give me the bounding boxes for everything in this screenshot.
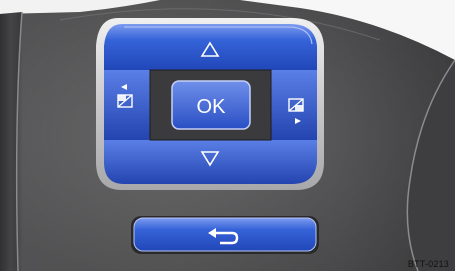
photo-stage: OK BTT-0213 [0, 0, 455, 271]
steering-wheel-illustration: OK [0, 0, 455, 271]
ok-label: OK [197, 96, 227, 118]
figure-reference-code: BTT-0213 [407, 259, 449, 269]
back-button[interactable] [131, 216, 319, 254]
right-button[interactable] [271, 70, 317, 140]
ok-button[interactable]: OK [171, 80, 251, 130]
down-button[interactable] [104, 140, 317, 184]
up-button[interactable] [104, 24, 317, 70]
left-button[interactable] [104, 70, 150, 140]
